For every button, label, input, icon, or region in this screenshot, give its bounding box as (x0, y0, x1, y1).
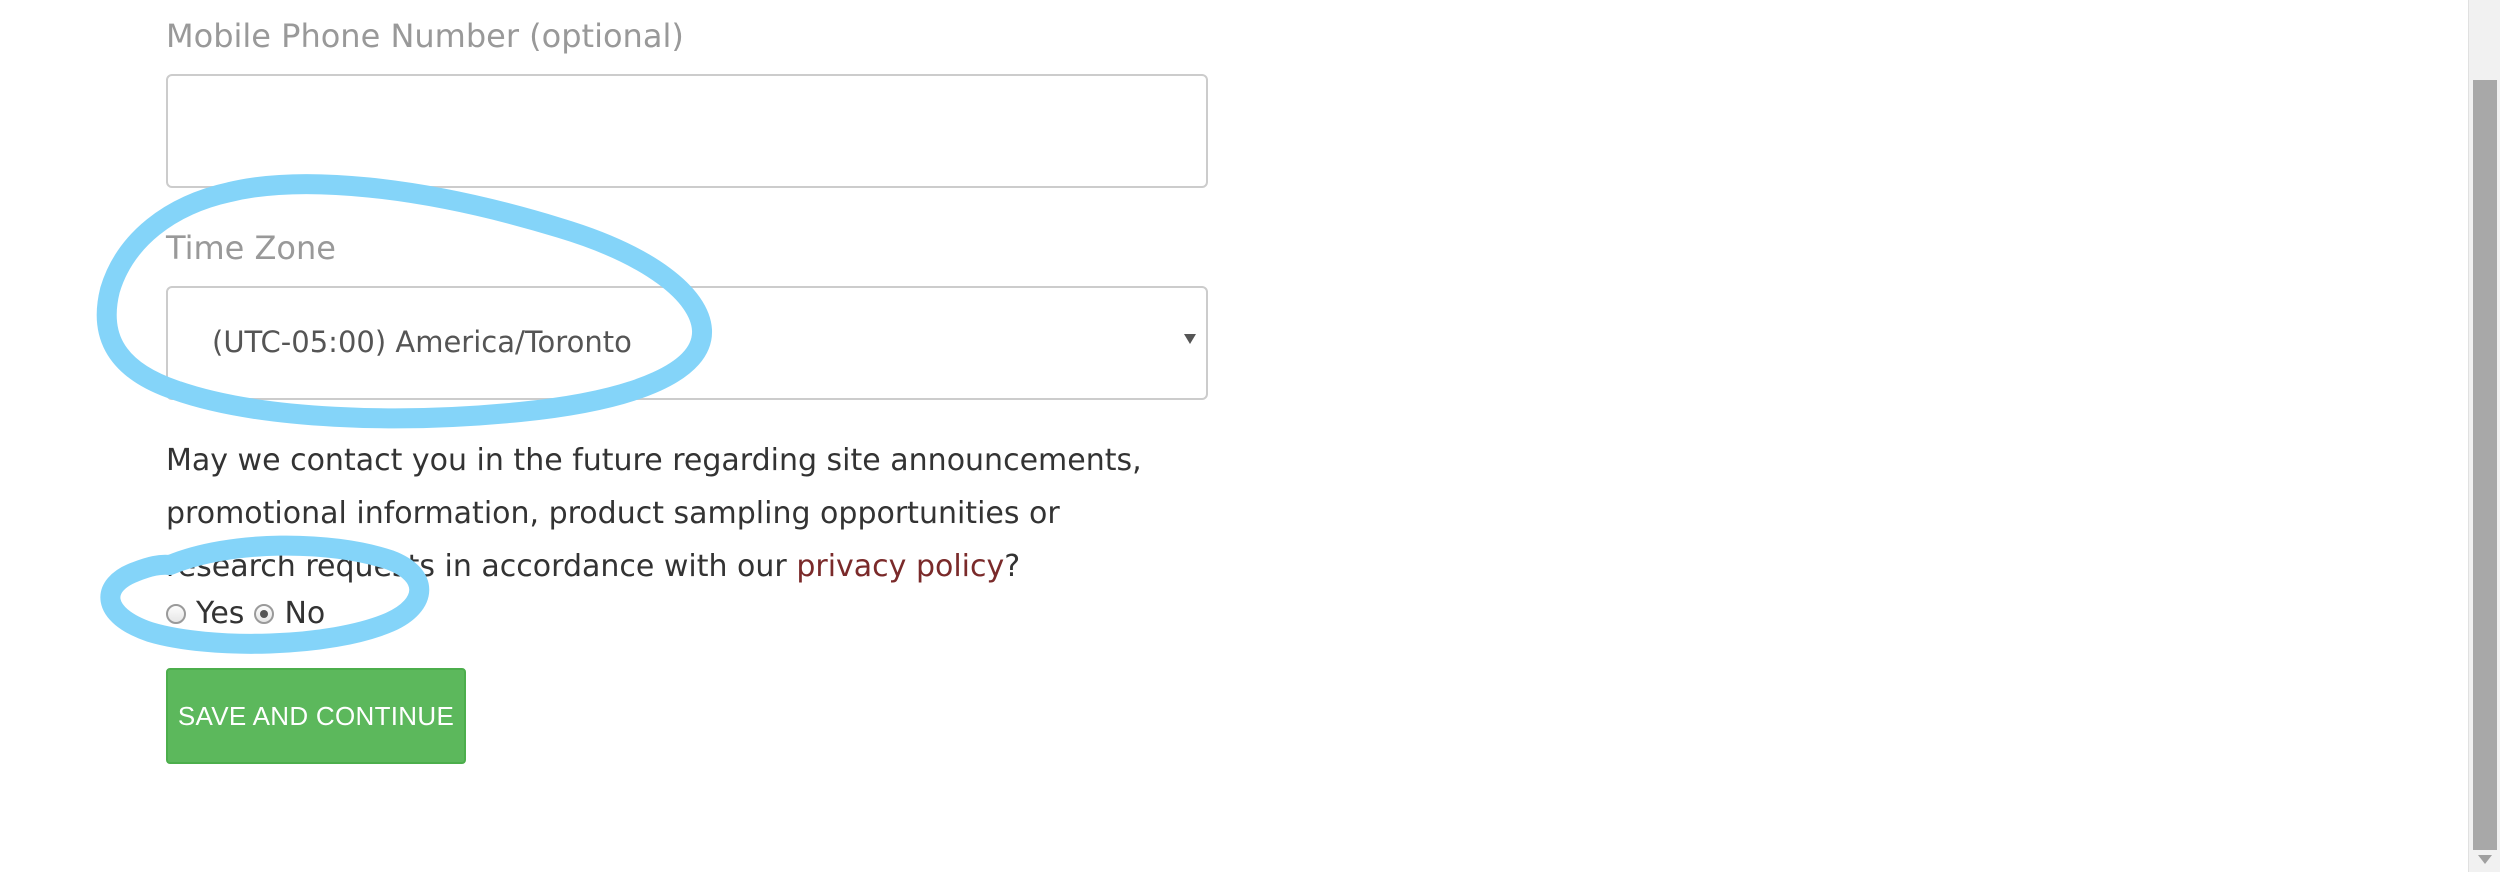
contact-question: May we contact you in the future regardi… (166, 434, 1166, 593)
timezone-selected-value: (UTC-05:00) America/Toronto (212, 325, 632, 359)
timezone-label: Time Zone (166, 229, 336, 267)
phone-input[interactable] (166, 74, 1208, 188)
privacy-policy-link[interactable]: privacy policy (796, 549, 1004, 584)
chevron-down-icon (1184, 334, 1196, 344)
save-and-continue-button[interactable]: SAVE AND CONTINUE (166, 668, 466, 764)
question-mark: ? (1004, 549, 1021, 584)
radio-no-label: No (284, 596, 326, 631)
page: Mobile Phone Number (optional) Time Zone… (0, 0, 2500, 872)
timezone-select[interactable]: (UTC-05:00) America/Toronto (166, 286, 1208, 400)
phone-label: Mobile Phone Number (optional) (166, 17, 684, 55)
contact-radio-group: Yes No (166, 596, 335, 632)
vertical-scrollbar[interactable] (2468, 0, 2500, 872)
radio-yes[interactable] (166, 604, 186, 624)
arrow-down-icon[interactable] (2478, 855, 2492, 864)
scrollbar-thumb[interactable] (2473, 80, 2497, 850)
radio-yes-label: Yes (196, 596, 245, 631)
radio-no[interactable] (254, 604, 275, 624)
